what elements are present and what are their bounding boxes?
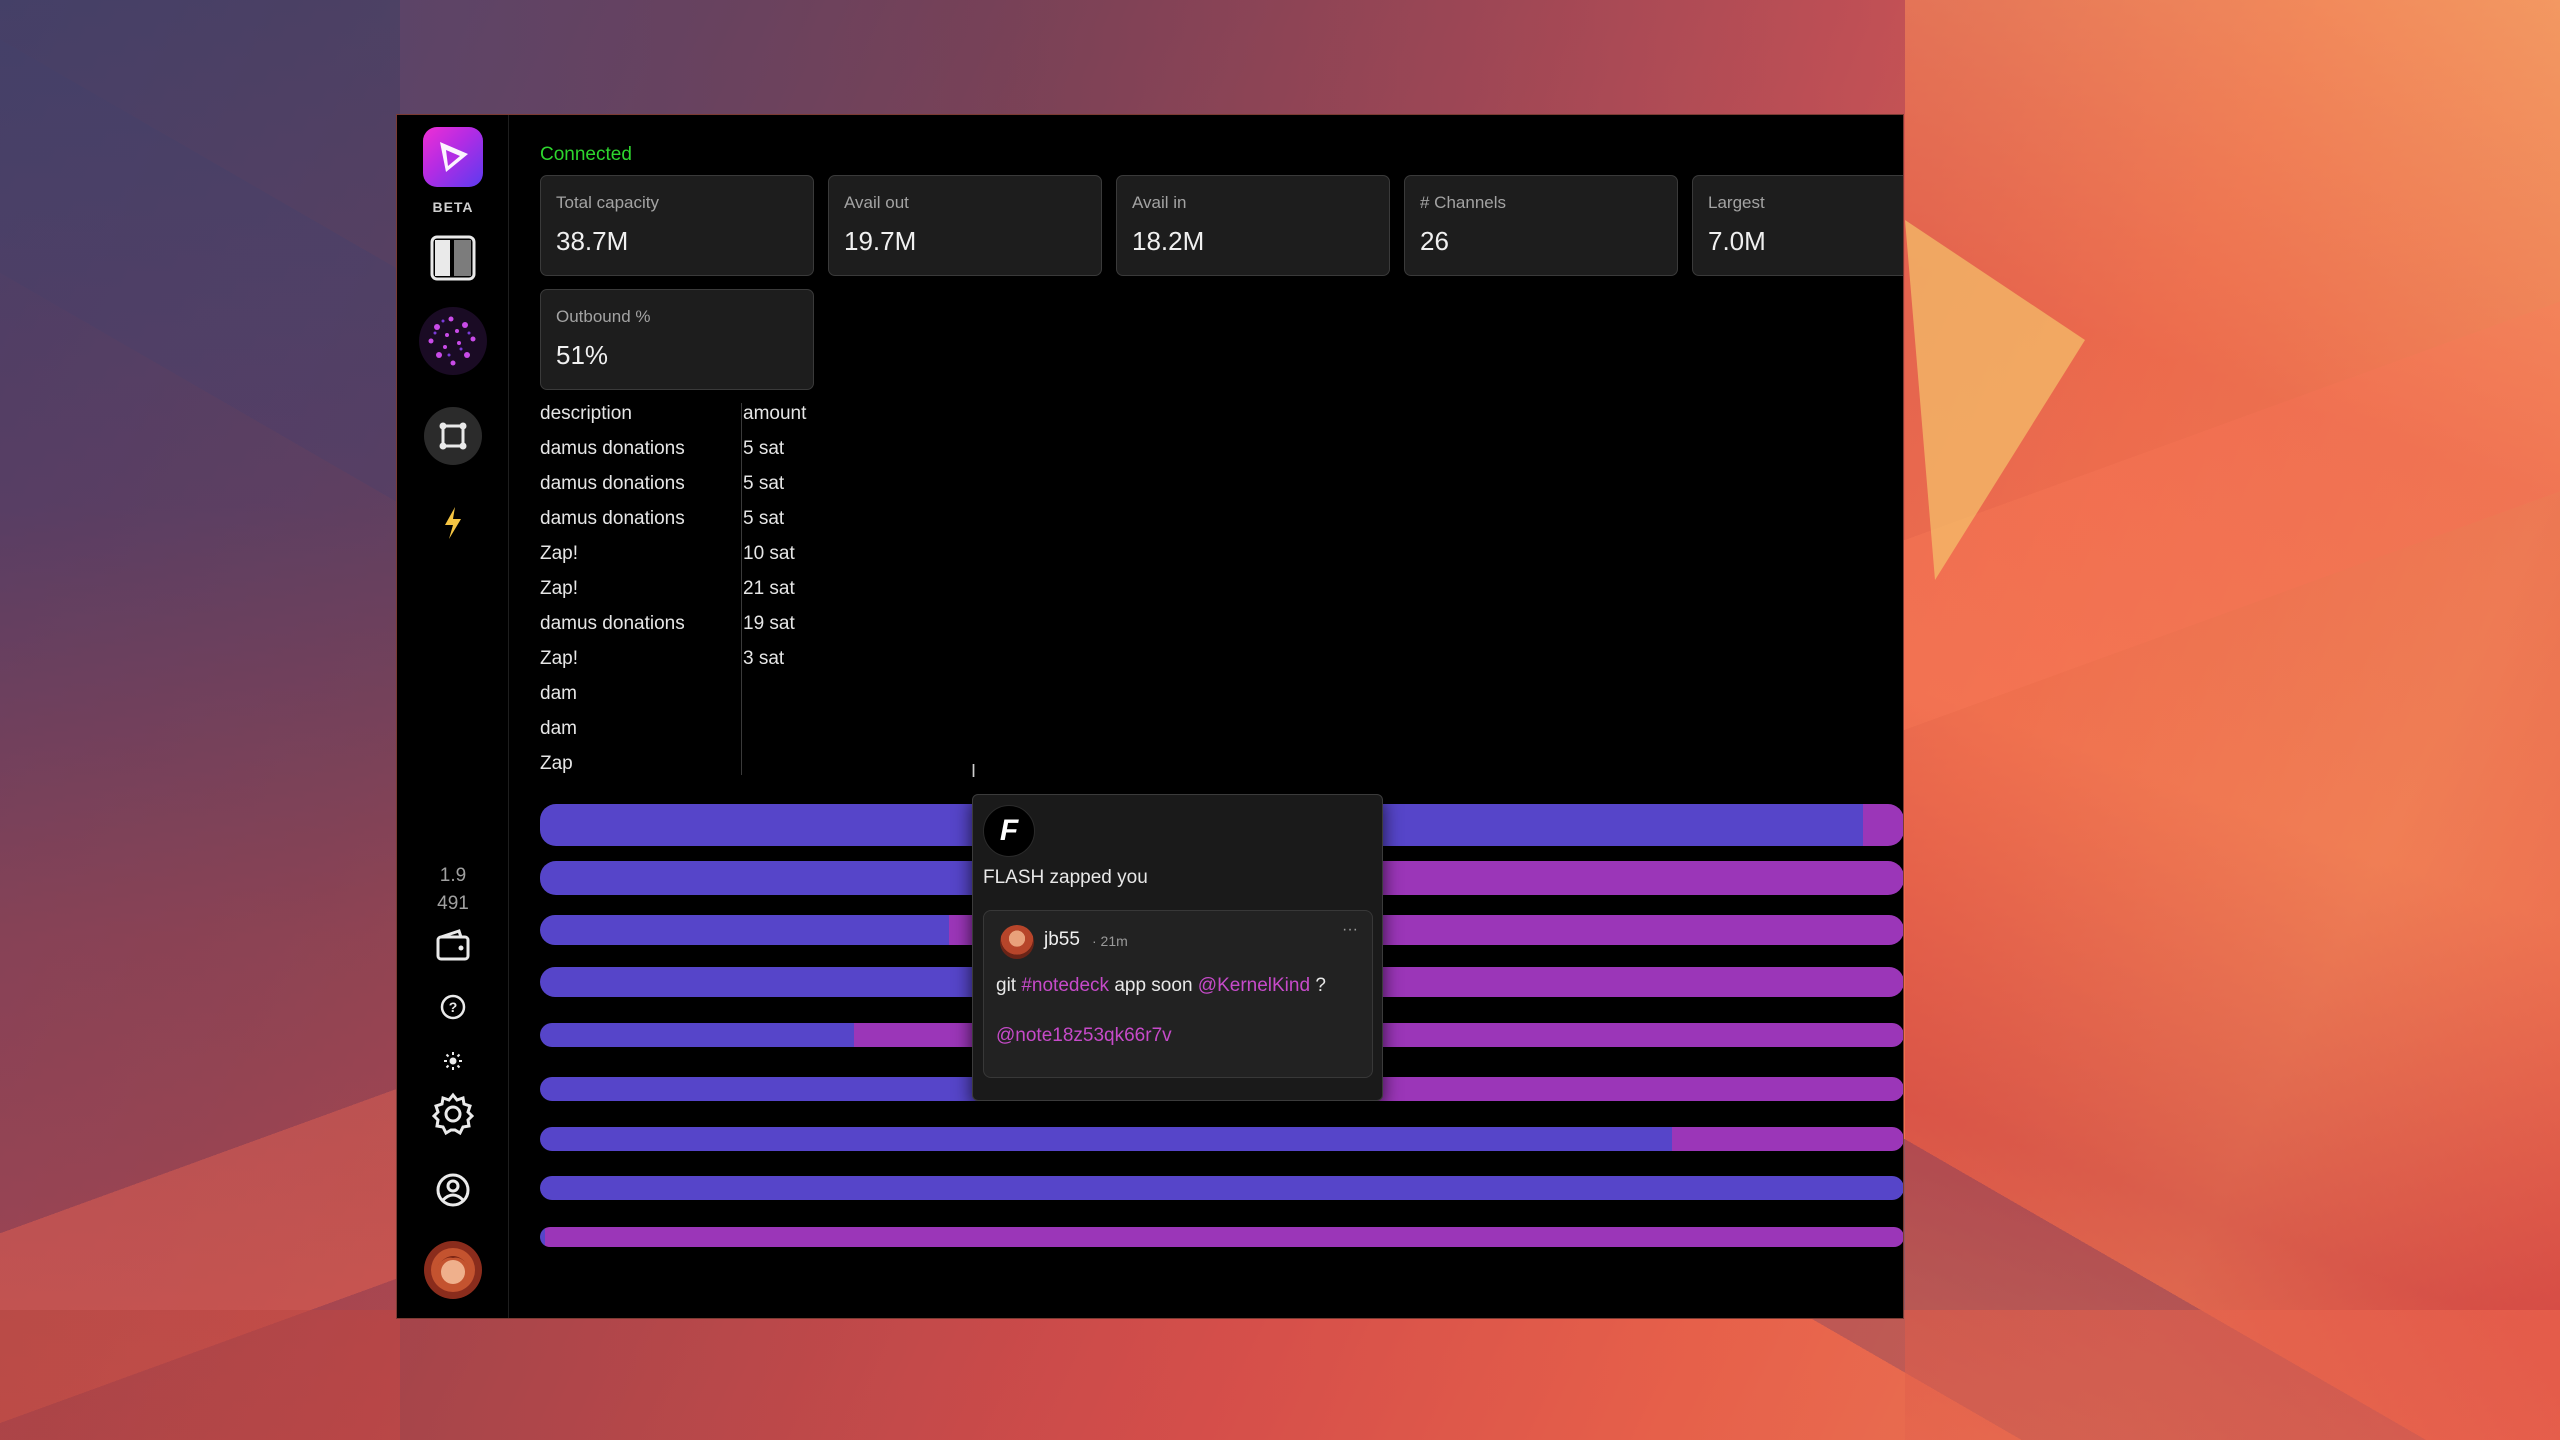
stat-card-avail-in: Avail in 18.2M bbox=[1116, 175, 1390, 276]
stat-card-largest: Largest 7.0M bbox=[1692, 175, 1903, 276]
outbound-segment bbox=[540, 915, 950, 945]
note-time: · 21m bbox=[1092, 933, 1128, 949]
help-icon[interactable]: ? bbox=[397, 987, 509, 1027]
settings-icon[interactable] bbox=[397, 1089, 509, 1139]
stat-card-total-capacity: Total capacity 38.7M bbox=[540, 175, 814, 276]
stat-label: Avail in bbox=[1132, 193, 1187, 212]
stat-card-channels: # Channels 26 bbox=[1404, 175, 1678, 276]
column-divider bbox=[741, 403, 742, 775]
zap-title: FLASH zapped you bbox=[983, 867, 1148, 888]
row-description: dam bbox=[540, 718, 577, 739]
column-header-description: description bbox=[540, 403, 632, 424]
row-description: Zap! bbox=[540, 648, 579, 669]
note-text-end: ? bbox=[1310, 975, 1326, 996]
note-preview[interactable]: jb55 · 21m ··· git #notedeck app soon @K… bbox=[983, 910, 1373, 1078]
version-minor: 491 bbox=[437, 893, 469, 914]
row-amount: 19 sat bbox=[743, 613, 795, 634]
row-description: damus donations bbox=[540, 508, 685, 529]
channel-balance-bar[interactable] bbox=[540, 1227, 1903, 1247]
inbound-segment bbox=[1863, 804, 1903, 846]
inbound-segment bbox=[545, 1227, 1903, 1247]
outbound-segment bbox=[540, 1176, 1903, 1200]
wallpaper-facet bbox=[1905, 0, 2560, 1440]
outbound-segment bbox=[540, 1127, 1673, 1151]
note-text-middle: app soon bbox=[1109, 975, 1198, 996]
stat-label: Avail out bbox=[844, 193, 909, 212]
version-major: 1.9 bbox=[439, 865, 467, 886]
row-amount: 3 sat bbox=[743, 648, 785, 669]
wallpaper-facet bbox=[400, 0, 1905, 114]
row-description: Zap bbox=[540, 753, 573, 774]
more-options-icon[interactable]: ··· bbox=[1342, 921, 1358, 939]
sidebar: BETA 1.9 491 ? bbox=[397, 115, 509, 1318]
row-description: damus donations bbox=[540, 438, 685, 459]
wallpaper-facet bbox=[0, 0, 400, 1440]
stat-value: 38.7M bbox=[556, 226, 629, 256]
stat-label: Largest bbox=[1708, 193, 1765, 212]
stat-label: # Channels bbox=[1420, 193, 1507, 212]
stat-label: Total capacity bbox=[556, 193, 659, 212]
note-reference-link[interactable]: @note18z53qk66r7v bbox=[996, 1025, 1172, 1047]
logo-icon[interactable] bbox=[423, 127, 483, 187]
account-icon[interactable] bbox=[397, 1165, 509, 1215]
channel-balance-bar[interactable] bbox=[540, 1127, 1903, 1151]
row-amount: 5 sat bbox=[743, 473, 785, 494]
row-description: damus donations bbox=[540, 473, 685, 494]
row-amount: 5 sat bbox=[743, 508, 785, 529]
channel-balance-bar[interactable] bbox=[540, 1176, 1903, 1200]
stat-card-outbound-percent: Outbound % 51% bbox=[540, 289, 814, 390]
row-description: Zap! bbox=[540, 543, 579, 564]
zap-notification-popup[interactable]: F FLASH zapped you jb55 · 21m ··· git #n… bbox=[972, 794, 1383, 1101]
column-header-amount: amount bbox=[743, 403, 807, 424]
flash-avatar: F bbox=[983, 805, 1035, 857]
stat-value: 26 bbox=[1420, 226, 1449, 256]
connection-status: Connected bbox=[540, 144, 632, 165]
universe-avatar-icon[interactable] bbox=[397, 303, 509, 379]
stat-value: 18.2M bbox=[1132, 226, 1205, 256]
note-text-start: git bbox=[996, 975, 1022, 996]
row-description: damus donations bbox=[540, 613, 685, 634]
main-content: Connected Total capacity 38.7M Avail out… bbox=[540, 115, 1903, 1318]
row-amount: 21 sat bbox=[743, 578, 795, 599]
relay-icon[interactable] bbox=[397, 405, 509, 467]
wallet-icon[interactable] bbox=[397, 923, 509, 967]
mention-link[interactable]: @KernelKind bbox=[1198, 975, 1310, 996]
svg-text:?: ? bbox=[449, 999, 458, 1015]
columns-icon[interactable] bbox=[397, 233, 509, 283]
stat-value: 51% bbox=[556, 340, 609, 370]
text-cursor-icon: I bbox=[971, 761, 977, 781]
hashtag-link[interactable]: #notedeck bbox=[1021, 975, 1109, 996]
author-avatar[interactable] bbox=[1000, 925, 1034, 959]
outbound-segment bbox=[540, 1023, 854, 1047]
lightning-icon[interactable] bbox=[397, 503, 509, 543]
stat-value: 7.0M bbox=[1708, 226, 1766, 256]
stat-value: 19.7M bbox=[844, 226, 917, 256]
inbound-segment bbox=[1672, 1127, 1903, 1151]
app-window: BETA 1.9 491 ? Connected Total capacity … bbox=[396, 114, 1904, 1319]
row-description: Zap! bbox=[540, 578, 579, 599]
brightness-icon[interactable] bbox=[397, 1041, 509, 1081]
avatar-letter: F bbox=[999, 814, 1019, 847]
profile-avatar-icon[interactable] bbox=[397, 1239, 509, 1301]
row-amount: 5 sat bbox=[743, 438, 785, 459]
beta-badge: BETA bbox=[432, 199, 474, 215]
stat-label: Outbound % bbox=[556, 307, 651, 326]
stat-card-avail-out: Avail out 19.7M bbox=[828, 175, 1102, 276]
wallpaper-facet bbox=[0, 1310, 2560, 1440]
row-amount: 10 sat bbox=[743, 543, 795, 564]
row-description: dam bbox=[540, 683, 577, 704]
note-author[interactable]: jb55 bbox=[1044, 929, 1080, 951]
note-text: git #notedeck app soon @KernelKind ? bbox=[996, 975, 1326, 997]
